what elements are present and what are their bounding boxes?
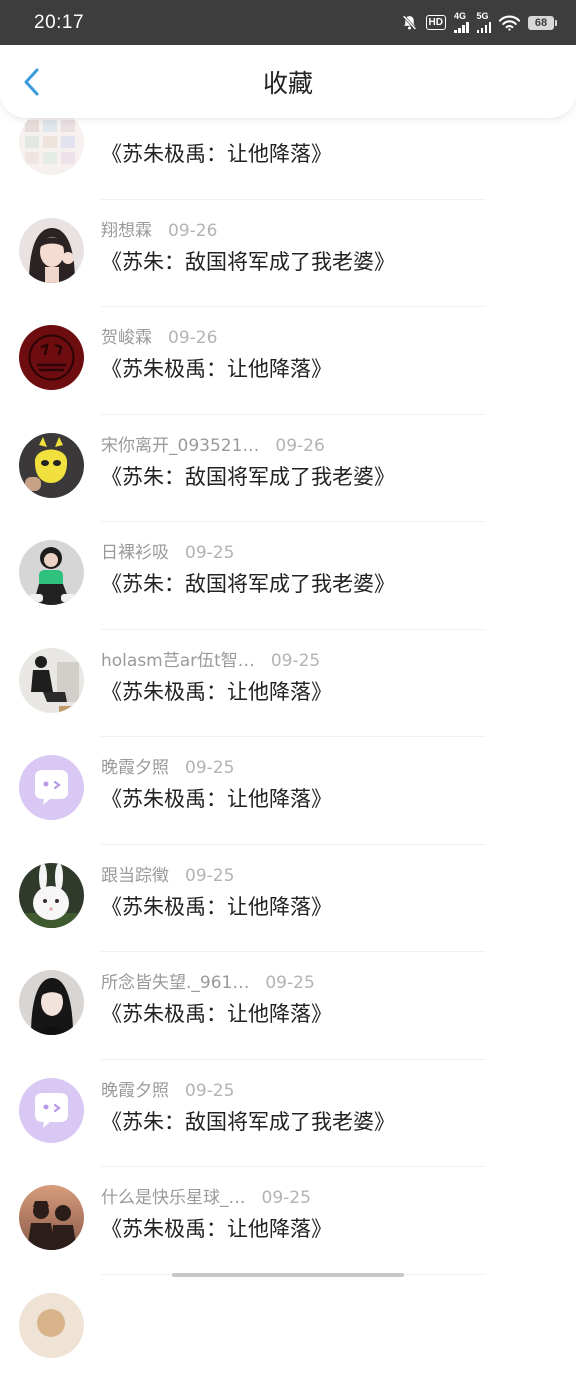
date: 09-26	[168, 327, 217, 349]
item-meta: 翔想霖 09-26	[101, 220, 217, 242]
avatar	[19, 1293, 84, 1358]
favorites-list: 《苏朱极禹：让他降落》 翔想霖 09-26 《苏朱：敌国将军成了我老婆》	[0, 92, 576, 1382]
username: 贺峻霖	[101, 327, 152, 349]
list-item[interactable]	[0, 1275, 576, 1382]
list-item[interactable]: 宋你离开_093521… 09-26 《苏朱：敌国将军成了我老婆》	[0, 415, 576, 523]
content-title: 《苏朱极禹：让他降落》	[101, 785, 332, 813]
signal-4g-label: 4G	[454, 12, 466, 21]
signal-5g-label: 5G	[477, 12, 489, 21]
nav-header: 收藏	[0, 45, 576, 118]
status-time: 20:17	[34, 12, 84, 34]
username: 跟当踪徵	[101, 865, 169, 887]
list-item[interactable]: 晚霞夕照 09-25 《苏朱：敌国将军成了我老婆》	[0, 1060, 576, 1168]
username: 翔想霖	[101, 220, 152, 242]
avatar	[19, 1078, 84, 1143]
status-bar: 20:17 HD 4G 5G	[0, 0, 576, 45]
list-item[interactable]: 贺峻霖 09-26 《苏朱极禹：让他降落》	[0, 307, 576, 415]
list-item[interactable]: 所念皆失望._961… 09-25 《苏朱极禹：让他降落》	[0, 952, 576, 1060]
date: 09-25	[262, 1187, 311, 1209]
signal-4g-icon: 4G	[454, 12, 469, 33]
avatar	[19, 863, 84, 928]
item-meta: 什么是快乐星球_… 09-25	[101, 1187, 311, 1209]
date: 09-25	[185, 1080, 234, 1102]
username: holasm芑ar伍t智…	[101, 650, 255, 672]
avatar	[19, 540, 84, 605]
username: 日裸衫吸	[101, 542, 169, 564]
item-meta: 日裸衫吸 09-25	[101, 542, 234, 564]
list-item[interactable]: holasm芑ar伍t智… 09-25 《苏朱极禹：让他降落》	[0, 630, 576, 738]
content-title: 《苏朱极禹：让他降落》	[101, 893, 332, 921]
item-meta: 晚霞夕照 09-25	[101, 1080, 234, 1102]
avatar	[19, 218, 84, 283]
avatar	[19, 1185, 84, 1250]
content-title: 《苏朱极禹：让他降落》	[101, 1215, 332, 1243]
username: 晚霞夕照	[101, 757, 169, 779]
avatar	[19, 325, 84, 390]
wifi-icon	[499, 15, 520, 31]
avatar	[19, 433, 84, 498]
home-indicator[interactable]	[172, 1273, 404, 1277]
battery-level: 68	[528, 16, 554, 30]
content-title: 《苏朱极禹：让他降落》	[101, 140, 332, 168]
content-title: 《苏朱极禹：让他降落》	[101, 355, 332, 383]
list-item[interactable]: 什么是快乐星球_… 09-25 《苏朱极禹：让他降落》	[0, 1167, 576, 1275]
content-title: 《苏朱极禹：让他降落》	[101, 678, 332, 706]
content-title: 《苏朱：敌国将军成了我老婆》	[101, 463, 395, 491]
username: 什么是快乐星球_…	[101, 1187, 246, 1209]
item-meta: 贺峻霖 09-26	[101, 327, 217, 349]
date: 09-26	[275, 435, 324, 457]
list-item[interactable]: 翔想霖 09-26 《苏朱：敌国将军成了我老婆》	[0, 200, 576, 308]
username: 所念皆失望._961…	[101, 972, 249, 994]
list-item[interactable]: 晚霞夕照 09-25 《苏朱极禹：让他降落》	[0, 737, 576, 845]
item-meta: holasm芑ar伍t智… 09-25	[101, 650, 320, 672]
username: 晚霞夕照	[101, 1080, 169, 1102]
content-title: 《苏朱：敌国将军成了我老婆》	[101, 570, 395, 598]
avatar	[19, 970, 84, 1035]
item-meta: 宋你离开_093521… 09-26	[101, 435, 325, 457]
item-meta: 跟当踪徵 09-25	[101, 865, 234, 887]
avatar	[19, 110, 84, 175]
date: 09-25	[271, 650, 320, 672]
list-item[interactable]: 日裸衫吸 09-25 《苏朱：敌国将军成了我老婆》	[0, 522, 576, 630]
content-title: 《苏朱：敌国将军成了我老婆》	[101, 1108, 395, 1136]
list-item[interactable]: 跟当踪徵 09-25 《苏朱极禹：让他降落》	[0, 845, 576, 953]
page-title: 收藏	[0, 69, 576, 99]
date: 09-25	[185, 542, 234, 564]
date: 09-26	[168, 220, 217, 242]
date: 09-25	[185, 865, 234, 887]
content-title: 《苏朱：敌国将军成了我老婆》	[101, 248, 395, 276]
status-icons: HD 4G 5G 68	[401, 12, 554, 33]
date: 09-25	[185, 757, 234, 779]
hd-icon: HD	[426, 15, 446, 30]
item-meta: 晚霞夕照 09-25	[101, 757, 234, 779]
avatar	[19, 648, 84, 713]
item-meta: 所念皆失望._961… 09-25	[101, 972, 315, 994]
signal-5g-icon: 5G	[477, 12, 492, 33]
avatar	[19, 755, 84, 820]
content-title: 《苏朱极禹：让他降落》	[101, 1000, 332, 1028]
battery-icon: 68	[528, 16, 554, 30]
date: 09-25	[265, 972, 314, 994]
username: 宋你离开_093521…	[101, 435, 259, 457]
bell-muted-icon	[401, 14, 418, 31]
